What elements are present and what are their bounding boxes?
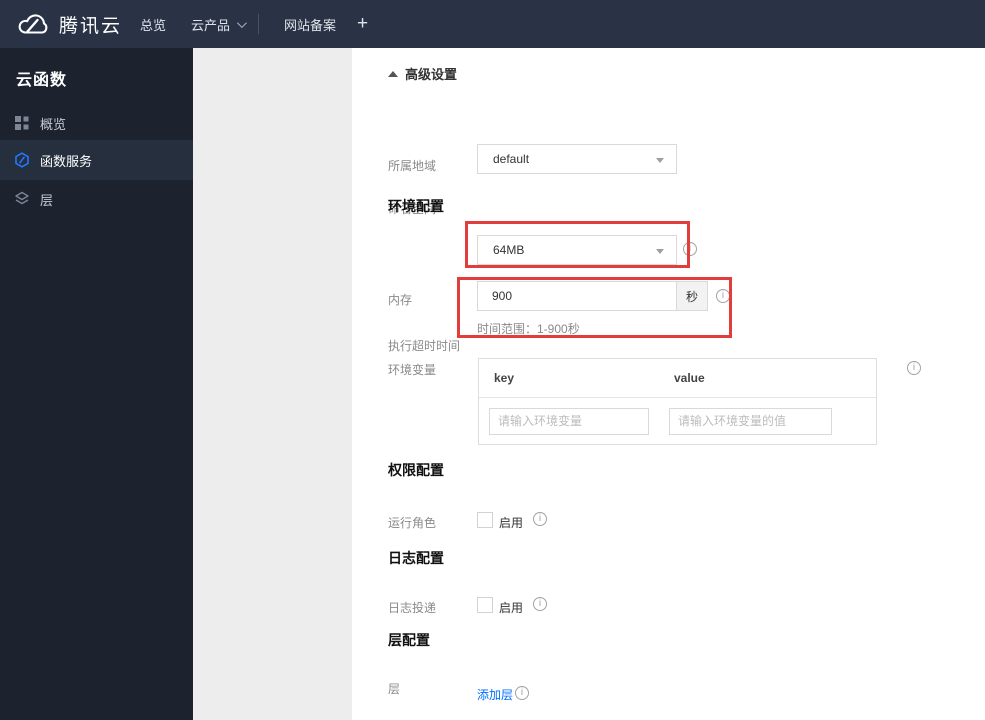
sidebar-item-label: 概览 — [40, 116, 67, 132]
section-layer-config: 层配置 — [388, 632, 430, 648]
triangle-up-icon — [388, 70, 398, 77]
memory-label: 内存 — [388, 293, 413, 307]
layer-info-icon[interactable]: i — [515, 686, 529, 700]
env-value-header: value — [674, 371, 705, 385]
left-sidebar: 云函数 概览 函数服务 层 — [0, 48, 193, 720]
brand[interactable]: 腾讯云 — [16, 0, 122, 48]
env-vars-header-row: key value — [479, 359, 876, 398]
role-info-icon[interactable]: i — [533, 512, 547, 526]
tencent-cloud-logo-icon — [18, 14, 48, 34]
log-info-icon[interactable]: i — [533, 597, 547, 611]
log-delivery-label: 日志投递 — [388, 601, 437, 615]
nav-add-button[interactable]: + — [357, 0, 368, 48]
plus-icon: + — [357, 13, 369, 34]
namespace-select-value: default — [493, 152, 530, 166]
sidebar-item-label: 函数服务 — [40, 153, 93, 169]
nav-overview-label: 总览 — [140, 17, 167, 33]
sidebar-item-layers[interactable]: 层 — [0, 180, 193, 218]
dropdown-caret-icon — [656, 158, 664, 163]
sidebar-item-function-service[interactable]: 函数服务 — [0, 140, 193, 180]
layers-icon — [15, 191, 29, 205]
sidebar-item-overview[interactable]: 概览 — [0, 104, 193, 142]
timeout-info-icon[interactable]: i — [716, 289, 730, 303]
section-log-config: 日志配置 — [388, 550, 444, 566]
sidebar-title: 云函数 — [16, 72, 68, 89]
namespace-select[interactable]: default — [477, 144, 677, 174]
secondary-panel — [193, 48, 352, 720]
log-enable-label: 启用 — [499, 601, 524, 615]
timeout-hint: 时间范围：1-900秒 — [477, 322, 580, 336]
env-vars-label: 环境变量 — [388, 363, 437, 377]
brand-name: 腾讯云 — [59, 15, 123, 37]
nav-divider — [258, 14, 259, 34]
role-enable-checkbox[interactable] — [477, 512, 493, 528]
env-vars-table: key value — [478, 358, 877, 445]
page: 腾讯云 总览 云产品 网站备案 + 云函数 概览 函数服务 层 高级设置 所属地… — [0, 0, 985, 720]
section-permission-config: 权限配置 — [388, 462, 444, 478]
env-value-input[interactable] — [669, 407, 832, 435]
role-label: 运行角色 — [388, 516, 437, 530]
memory-select[interactable]: 64MB — [477, 235, 677, 265]
env-key-header: key — [494, 371, 515, 385]
section-environment-config: 环境配置 — [388, 198, 444, 214]
layer-label: 层 — [388, 682, 401, 696]
timeout-input-group: 秒 — [477, 281, 708, 311]
memory-info-icon[interactable]: i — [683, 242, 697, 256]
region-label: 所属地域 — [388, 159, 437, 173]
dropdown-caret-icon — [656, 249, 664, 254]
timeout-unit: 秒 — [677, 281, 708, 311]
env-vars-info-icon[interactable]: i — [907, 361, 921, 375]
nav-icp-filing[interactable]: 网站备案 — [284, 0, 336, 48]
chevron-down-icon — [236, 17, 247, 28]
hexagon-function-icon — [15, 152, 29, 168]
timeout-label: 执行超时时间 — [388, 339, 461, 353]
nav-cloud-products-label: 云产品 — [191, 17, 231, 33]
nav-overview[interactable]: 总览 — [140, 0, 166, 48]
log-enable-checkbox[interactable] — [477, 597, 493, 613]
top-navbar: 腾讯云 总览 云产品 网站备案 + — [0, 0, 985, 48]
memory-select-value: 64MB — [493, 243, 525, 257]
nav-icp-filing-label: 网站备案 — [284, 17, 337, 33]
add-layer-link[interactable]: 添加层 — [477, 686, 513, 703]
role-enable-label: 启用 — [499, 516, 524, 530]
sidebar-item-label: 层 — [40, 192, 54, 208]
main-content: 高级设置 所属地域 广州 命名空间 default 环境配置 内存 64MB i… — [352, 48, 985, 720]
env-key-input[interactable] — [489, 407, 649, 435]
timeout-input[interactable] — [477, 281, 677, 311]
advanced-settings-label: 高级设置 — [405, 67, 458, 82]
nav-cloud-products[interactable]: 云产品 — [191, 0, 247, 48]
advanced-settings-toggle[interactable]: 高级设置 — [388, 64, 457, 83]
env-vars-input-row — [479, 398, 876, 444]
grid-overview-icon — [15, 116, 29, 130]
